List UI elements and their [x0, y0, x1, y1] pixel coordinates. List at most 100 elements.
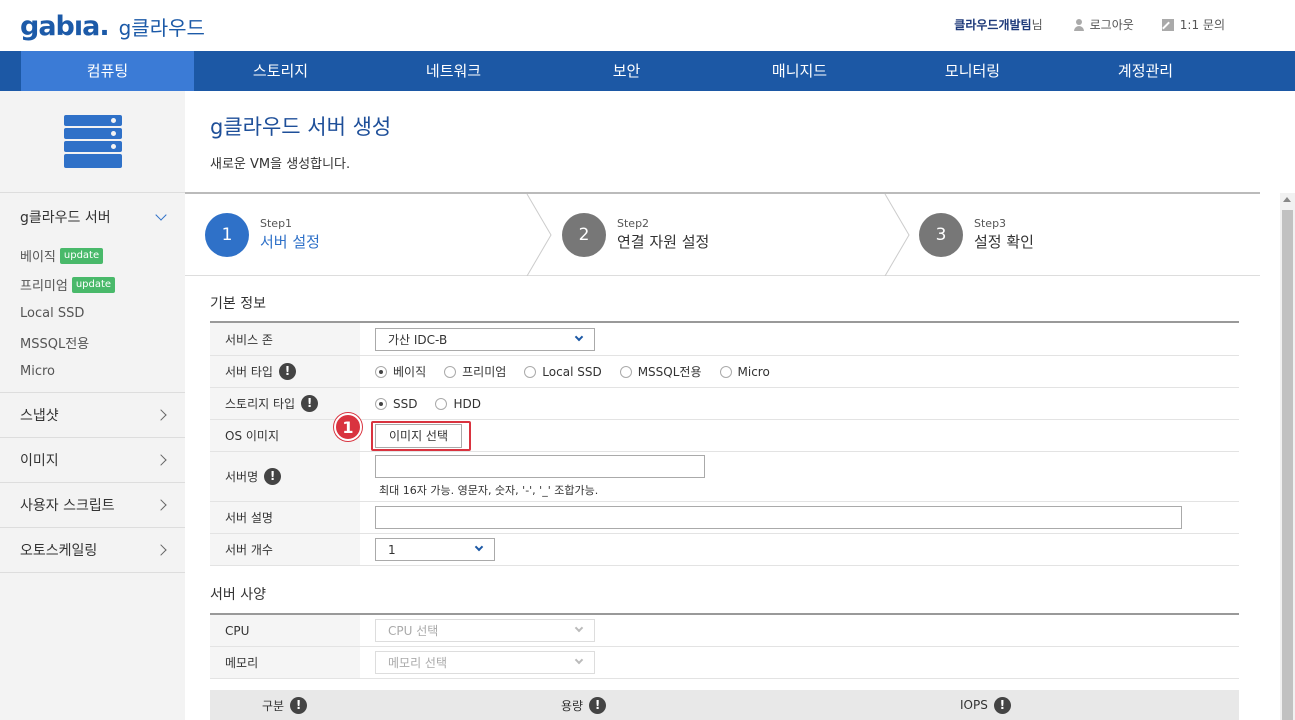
row-server-count: 서버 개수 1	[210, 534, 1239, 566]
info-icon[interactable]: !	[264, 468, 282, 485]
disk-table-header: 구분 ! 용량 ! IOPS !	[210, 690, 1239, 720]
sidebar-item-label: 베이직	[20, 250, 56, 265]
radio-micro[interactable]: Micro	[719, 365, 770, 379]
step-caption: Step1	[260, 217, 293, 230]
gabia-logo: gabıa.	[20, 10, 110, 42]
basic-info-form: 서비스 존 가산 IDC-B 서버 타입 ! 베이직 프리미엄 Local SS…	[210, 321, 1239, 566]
radio-hdd[interactable]: HDD	[435, 397, 481, 411]
row-storage-type: 스토리지 타입 ! SSD HDD	[210, 388, 1239, 420]
info-icon[interactable]: !	[589, 696, 607, 714]
step-separator-icon	[884, 194, 910, 276]
step-3: 3 Step3 설정 확인	[919, 194, 1034, 276]
step-1: 1 Step1 서버 설정	[205, 194, 320, 276]
memory-select[interactable]: 메모리 선택	[375, 651, 595, 674]
user-name: 클라우드개발팀	[954, 18, 1032, 32]
radio-local-ssd[interactable]: Local SSD	[524, 365, 602, 379]
scroll-up-icon[interactable]	[1283, 197, 1291, 202]
radio-ssd[interactable]: SSD	[375, 397, 417, 411]
field-label: CPU	[210, 615, 360, 646]
sidebar-item-autoscaling[interactable]: 오토스케일링	[0, 528, 185, 572]
radio-premium[interactable]: 프리미엄	[444, 363, 506, 380]
sidebar-item-micro[interactable]: Micro	[20, 357, 165, 386]
step-number: 3	[919, 213, 963, 257]
chevron-down-icon	[574, 623, 584, 633]
field-label: 서버 타입	[225, 365, 273, 379]
page-title: g클라우드 서버 생성	[210, 115, 392, 139]
nav-item-network[interactable]: 네트워크	[367, 51, 540, 91]
sidebar-group-server: g클라우드 서버 베이직 update 프리미엄 update Local SS…	[0, 193, 185, 393]
server-count-select[interactable]: 1	[375, 538, 495, 561]
sidebar-item-snapshot[interactable]: 스냅샷	[0, 393, 185, 437]
sidebar-item-basic[interactable]: 베이직 update	[20, 241, 165, 270]
sidebar-item-label: 오토스케일링	[20, 543, 98, 559]
user-suffix: 님	[1031, 18, 1043, 32]
update-badge: update	[59, 247, 104, 264]
server-name-input[interactable]	[375, 455, 705, 478]
section-title-spec: 서버 사양	[210, 587, 266, 603]
column-header-capacity: 용량 !	[561, 696, 607, 714]
annotation-highlight	[371, 421, 471, 451]
sidebar-item-gcloud-server[interactable]: g클라우드 서버	[0, 193, 185, 241]
step-2: 2 Step2 연결 자원 설정	[562, 194, 709, 276]
step-separator-icon	[526, 194, 552, 276]
nav-item-monitoring[interactable]: 모니터링	[886, 51, 1059, 91]
server-type-radio-group: 베이직 프리미엄 Local SSD MSSQL전용 Micro	[375, 363, 788, 380]
service-zone-select[interactable]: 가산 IDC-B	[375, 327, 595, 351]
nav-item-computing[interactable]: 컴퓨팅	[21, 51, 194, 91]
sidebar-item-local-ssd[interactable]: Local SSD	[20, 299, 165, 328]
sidebar-item-image[interactable]: 이미지	[0, 438, 185, 482]
main-nav: 컴퓨팅 스토리지 네트워크 보안 매니지드 모니터링 계정관리	[0, 51, 1295, 91]
server-icon	[64, 115, 122, 170]
chevron-right-icon	[155, 544, 167, 556]
sidebar-item-label: 이미지	[20, 453, 59, 469]
nav-item-account[interactable]: 계정관리	[1059, 51, 1232, 91]
info-icon[interactable]: !	[290, 696, 308, 714]
logout-link[interactable]: 로그아웃	[1073, 16, 1134, 33]
row-server-name: 서버명 ! 최대 16자 가능. 영문자, 숫자, '-', '_' 조합가능.	[210, 452, 1239, 502]
row-server-type: 서버 타입 ! 베이직 프리미엄 Local SSD MSSQL전용 Micro	[210, 356, 1239, 388]
column-header-iops: IOPS !	[960, 696, 1011, 714]
inquiry-label: 1:1 문의	[1179, 18, 1225, 32]
cpu-select[interactable]: CPU 선택	[375, 619, 595, 642]
nav-item-storage[interactable]: 스토리지	[194, 51, 367, 91]
storage-type-radio-group: SSD HDD	[375, 397, 499, 411]
info-icon[interactable]: !	[993, 696, 1011, 714]
sidebar-item-premium[interactable]: 프리미엄 update	[20, 270, 165, 299]
edit-icon	[1161, 18, 1174, 31]
select-value: 1	[388, 542, 396, 557]
sidebar-item-user-script[interactable]: 사용자 스크립트	[0, 483, 185, 527]
chevron-right-icon	[155, 454, 167, 466]
nav-item-security[interactable]: 보안	[540, 51, 713, 91]
step-label: 설정 확인	[974, 233, 1034, 251]
step-number: 2	[562, 213, 606, 257]
info-icon[interactable]: !	[278, 363, 296, 380]
sidebar-header	[0, 91, 185, 193]
page-description: 새로운 VM을 생성합니다.	[210, 157, 351, 172]
sidebar-item-mssql[interactable]: MSSQL전용	[20, 328, 165, 357]
update-badge: update	[71, 276, 116, 293]
row-memory: 메모리 메모리 선택	[210, 647, 1239, 679]
row-os-image: OS 이미지 이미지 선택	[210, 420, 1239, 452]
radio-mssql[interactable]: MSSQL전용	[619, 363, 702, 380]
inquiry-link[interactable]: 1:1 문의	[1161, 16, 1225, 33]
scroll-thumb[interactable]	[1282, 210, 1293, 720]
logo[interactable]: gabıa. g클라우드	[20, 8, 205, 44]
field-label: 서버 설명	[210, 502, 360, 533]
field-label: 서버명	[225, 470, 259, 484]
server-name-hint: 최대 16자 가능. 영문자, 숫자, '-', '_' 조합가능.	[379, 484, 599, 497]
field-label: 서버 개수	[210, 534, 360, 565]
radio-basic[interactable]: 베이직	[375, 363, 426, 380]
server-description-input[interactable]	[375, 506, 1182, 529]
info-icon[interactable]: !	[301, 395, 319, 412]
scrollbar[interactable]	[1280, 193, 1295, 720]
top-header: gabıa. g클라우드 클라우드개발팀 님 로그아웃 1:1 문의	[0, 0, 1295, 51]
section-title-basic: 기본 정보	[210, 296, 266, 312]
nav-item-managed[interactable]: 매니지드	[713, 51, 886, 91]
logout-label: 로그아웃	[1089, 18, 1134, 32]
sidebar-item-label: 스냅샷	[20, 408, 59, 424]
chevron-down-icon	[155, 209, 167, 221]
main-content: g클라우드 서버 생성 새로운 VM을 생성합니다. 1 Step1 서버 설정…	[185, 91, 1280, 720]
select-placeholder: 메모리 선택	[388, 656, 448, 670]
spec-form: CPU CPU 선택 메모리 메모리 선택	[210, 613, 1239, 679]
user-area: 클라우드개발팀 님 로그아웃 1:1 문의	[954, 16, 1225, 33]
